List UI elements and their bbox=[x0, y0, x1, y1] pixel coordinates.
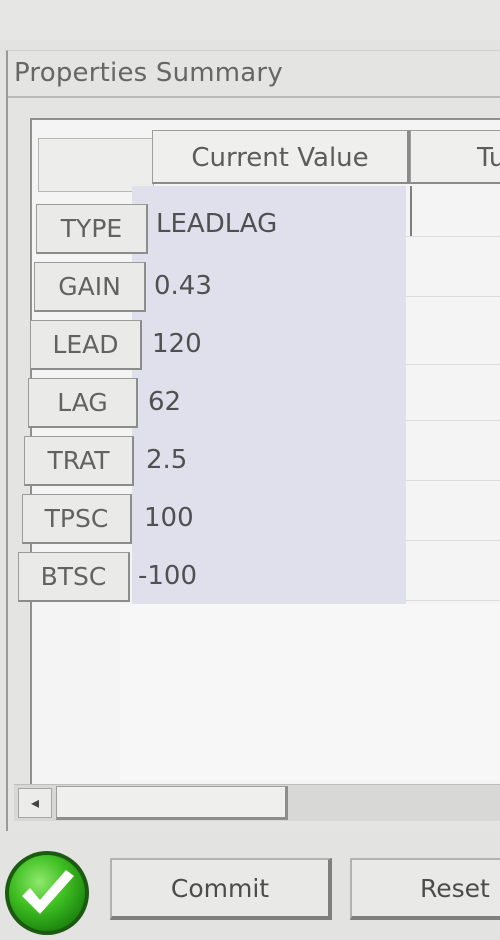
value-cell-btsc[interactable]: -100 bbox=[138, 552, 197, 600]
column-header-tune[interactable]: Tu bbox=[410, 130, 500, 184]
commit-button[interactable]: Commit bbox=[110, 858, 332, 920]
row-header-trat[interactable]: TRAT bbox=[24, 436, 134, 486]
row-header-btsc[interactable]: BTSC bbox=[18, 552, 130, 602]
scrollbar-thumb[interactable] bbox=[56, 786, 288, 820]
reset-button[interactable]: Reset bbox=[350, 858, 500, 920]
tune-row-line bbox=[406, 480, 500, 481]
grid-corner-cell bbox=[38, 138, 154, 192]
scroll-left-arrow-icon[interactable]: ◂ bbox=[18, 788, 52, 818]
row-header-tpsc[interactable]: TPSC bbox=[22, 494, 132, 544]
grid-empty-area bbox=[120, 604, 500, 780]
tune-column bbox=[406, 186, 500, 604]
row-header-type[interactable]: TYPE bbox=[36, 204, 148, 254]
value-cell-lead[interactable]: 120 bbox=[152, 320, 202, 368]
row-header-lead[interactable]: LEAD bbox=[30, 320, 142, 370]
tune-cell-selected[interactable] bbox=[410, 186, 500, 236]
column-header-current-value[interactable]: Current Value bbox=[152, 130, 410, 184]
tune-row-line bbox=[406, 420, 500, 421]
row-header-lag[interactable]: LAG bbox=[28, 378, 138, 428]
title-divider bbox=[8, 96, 500, 98]
tune-row-line bbox=[406, 236, 500, 237]
top-background bbox=[0, 0, 500, 40]
value-cell-lag[interactable]: 62 bbox=[148, 378, 181, 426]
value-cell-type[interactable]: LEADLAG bbox=[156, 200, 277, 248]
check-circle-icon[interactable] bbox=[2, 848, 92, 938]
row-header-gain[interactable]: GAIN bbox=[34, 262, 146, 312]
tune-row-line bbox=[406, 600, 500, 601]
tune-row-line bbox=[406, 364, 500, 365]
panel-title: Properties Summary bbox=[14, 58, 283, 88]
value-cell-trat[interactable]: 2.5 bbox=[146, 436, 187, 484]
value-cell-tpsc[interactable]: 100 bbox=[144, 494, 194, 542]
value-cell-gain[interactable]: 0.43 bbox=[154, 262, 212, 310]
tune-row-line bbox=[406, 540, 500, 541]
tune-row-line bbox=[406, 296, 500, 297]
